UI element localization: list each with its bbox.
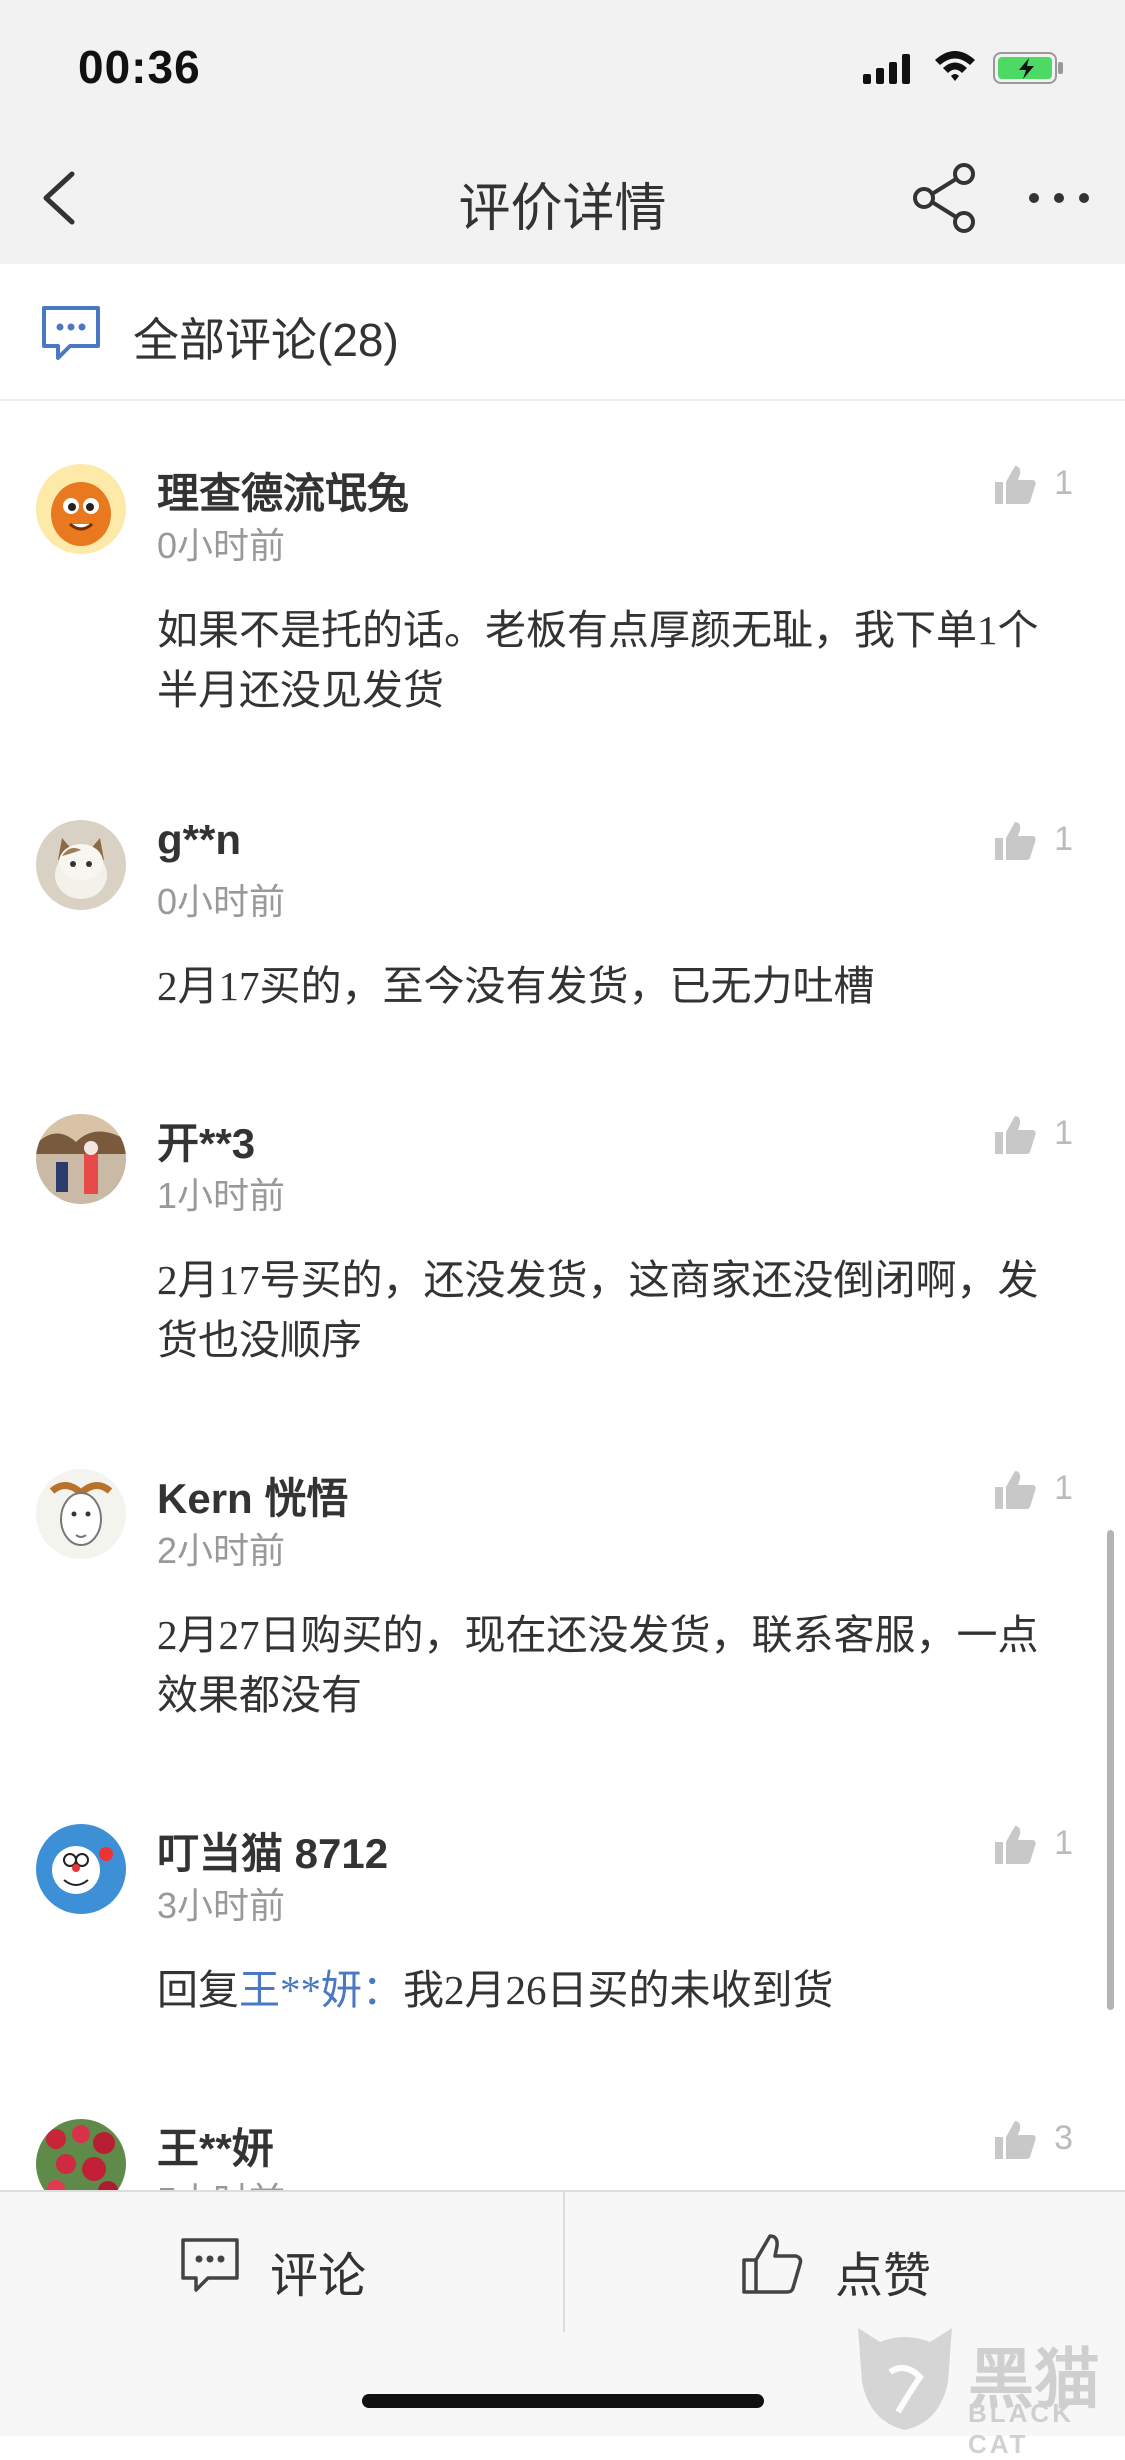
status-time: 00:36 xyxy=(78,41,201,93)
username[interactable]: Kern 恍悟 xyxy=(157,1465,348,1526)
navigation-bar: 评价详情 xyxy=(0,132,1125,264)
avatar[interactable] xyxy=(36,2119,126,2190)
avatar[interactable] xyxy=(36,464,126,554)
section-title: 全部评论(28) xyxy=(133,314,399,366)
thumbs-up-icon[interactable] xyxy=(993,1469,1037,1511)
comment-bubble-icon xyxy=(42,306,100,360)
thumbs-up-outline-icon xyxy=(742,2234,803,2294)
scrollbar[interactable] xyxy=(1107,1530,1114,2010)
comment-text: 2月27日购买的，现在还没发货，联系客服，一点效果都没有 xyxy=(157,1612,1039,1718)
outdoor-photo-avatar-icon xyxy=(36,1114,126,1204)
comment-button-label: 评论 xyxy=(270,2250,367,2303)
orange-cartoon-avatar-icon xyxy=(36,464,126,554)
like-count: 3 xyxy=(1054,2119,1073,2157)
thumbs-up-icon[interactable] xyxy=(993,464,1037,506)
comments-section-header: 全部评论(28) xyxy=(0,264,1125,401)
comment-text: 2月17号买的，还没发货，这商家还没倒闭啊，发货也没顺序 xyxy=(157,1257,1039,1363)
comment-text: 如果不是托的话。老板有点厚颜无耻，我下单1个半月还没见发货 xyxy=(157,607,1039,713)
watermark-subtext: BLACK CAT xyxy=(968,2398,1074,2459)
username[interactable]: 理查德流氓兔 xyxy=(157,460,409,521)
bottom-toolbar: 评论 点赞 xyxy=(0,2190,1125,2334)
black-cat-watermark: 黑猫 BLACK CAT xyxy=(850,2318,1120,2459)
home-indicator[interactable] xyxy=(362,2394,764,2408)
timestamp: 3小时前 xyxy=(157,1885,286,1926)
thumbs-up-icon[interactable] xyxy=(993,1114,1037,1156)
thumbs-up-icon[interactable] xyxy=(993,820,1037,862)
avatar[interactable] xyxy=(36,1469,126,1559)
cat-photo-avatar-icon xyxy=(36,820,126,910)
doraemon-avatar-icon xyxy=(36,1824,126,1914)
signal-icon xyxy=(863,54,910,84)
comment-text: 回复王**妍：我2月26日买的未收到货 xyxy=(157,1960,1077,2020)
avatar[interactable] xyxy=(36,1114,126,1204)
thumbs-up-icon[interactable] xyxy=(993,2119,1037,2161)
comment-bubble-icon xyxy=(181,2238,239,2292)
username[interactable]: 叮当猫 8712 xyxy=(157,1820,388,1881)
thumbs-up-icon[interactable] xyxy=(993,1824,1037,1866)
avatar[interactable] xyxy=(36,1824,126,1914)
timestamp: 2小时前 xyxy=(157,1530,286,1571)
like-count: 1 xyxy=(1054,1824,1073,1862)
like-count: 1 xyxy=(1054,820,1073,858)
username[interactable]: 开**3 xyxy=(157,1110,255,1171)
share-icon[interactable] xyxy=(908,160,984,236)
like-button[interactable]: 点赞 xyxy=(565,2192,1125,2334)
battery-icon xyxy=(993,52,1063,84)
cat-logo-icon xyxy=(858,2328,952,2430)
comment-text: 2月17买的，至今没有发货，已无力吐槽 xyxy=(157,963,875,1009)
like-count: 1 xyxy=(1054,1114,1073,1152)
username[interactable]: 王**妍 xyxy=(157,2115,274,2176)
timestamp: 1小时前 xyxy=(157,1175,286,1216)
wifi-icon xyxy=(935,51,975,81)
like-button-label: 点赞 xyxy=(835,2250,932,2303)
comment-list[interactable]: 理查德流氓兔 0小时前 1 如果不是托的话。老板有点厚颜无耻，我下单1个半月还没… xyxy=(0,400,1125,2190)
reply-prefix: 回复 xyxy=(157,1967,239,2013)
timestamp: 0小时前 xyxy=(157,525,286,566)
avatar[interactable] xyxy=(36,820,126,910)
status-bar: 00:36 xyxy=(0,0,1125,132)
reply-content: 我2月26日买的未收到货 xyxy=(403,1967,834,2013)
like-count: 1 xyxy=(1054,464,1073,502)
like-count: 1 xyxy=(1054,1469,1073,1507)
comment-button[interactable]: 评论 xyxy=(0,2192,563,2334)
goat-drawing-avatar-icon xyxy=(36,1469,126,1559)
more-icon[interactable] xyxy=(1024,160,1094,236)
flower-photo-avatar-icon xyxy=(36,2119,126,2190)
reply-target-link[interactable]: 王**妍： xyxy=(239,1967,403,2013)
timestamp: 5小时前 xyxy=(157,2172,285,2190)
timestamp: 0小时前 xyxy=(157,881,286,922)
username[interactable]: g**n xyxy=(157,816,241,864)
